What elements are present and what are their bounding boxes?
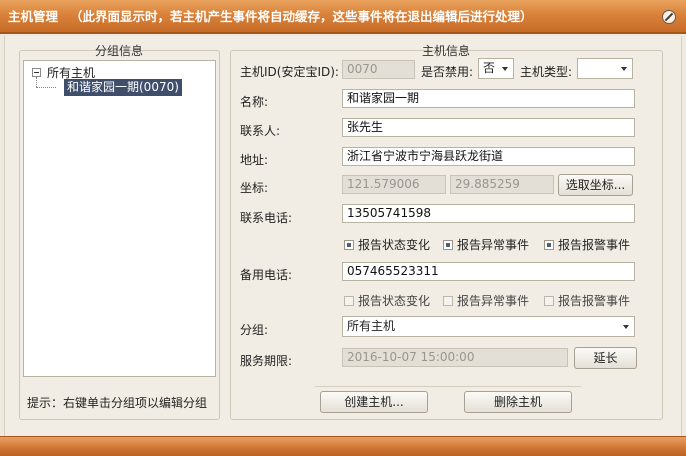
backup-report-alarm-checkbox[interactable]: 报告报警事件 [544,292,630,309]
host-type-label: 主机类型: [520,65,573,79]
disabled-select-value: 否 [483,61,496,75]
coords-label: 坐标: [240,181,269,195]
title-bar: 主机管理 （此界面显示时，若主机产生事件将自动缓存，这些事件将在退出编辑后进行处… [0,0,686,34]
tree-item-host[interactable]: 和谐家园一期(0070) [64,79,182,96]
close-icon[interactable] [662,10,676,24]
checkbox-label: 报告报警事件 [558,238,631,252]
name-input[interactable]: 和谐家园一期 [342,89,635,108]
window-hint: （此界面显示时，若主机产生事件将自动缓存，这些事件将在退出编辑后进行处理） [70,9,533,24]
checkbox-label: 报告状态变化 [358,294,431,308]
extend-button[interactable]: 延长 [574,347,637,369]
longitude-field: 121.579006 [342,175,446,194]
backup-report-abnormal-checkbox[interactable]: 报告异常事件 [443,292,529,309]
group-select[interactable]: 所有主机 [342,316,635,337]
checkbox-unchecked-icon [344,295,354,306]
bottom-bar [0,436,686,456]
disabled-select[interactable]: 否 [478,58,514,79]
tree-connector [36,87,56,88]
contact-input[interactable]: 张先生 [342,118,635,137]
group-label: 分组: [240,323,269,337]
host-info-title: 主机信息 [422,44,471,58]
checkbox-label: 报告异常事件 [457,238,530,252]
group-tree[interactable]: 所有主机 和谐家园一期(0070) [23,60,216,377]
checkbox-label: 报告报警事件 [558,294,631,308]
service-label: 服务期限: [240,354,293,368]
name-label: 名称: [240,95,269,109]
group-panel-title: 分组信息 [95,44,144,58]
backup-report-status-checkbox[interactable]: 报告状态变化 [344,292,430,309]
checkbox-label: 报告状态变化 [358,238,431,252]
checkbox-checked-icon [544,239,554,250]
phone-label: 联系电话: [240,211,293,225]
checkbox-label: 报告异常事件 [457,294,530,308]
phone-report-abnormal-checkbox[interactable]: 报告异常事件 [443,236,529,253]
contact-label: 联系人: [240,124,281,138]
host-id-label: 主机ID(安定宝ID): [240,65,339,79]
address-input[interactable]: 浙江省宁波市宁海县跃龙街道 [342,147,635,166]
pick-coords-button[interactable]: 选取坐标... [558,174,633,196]
phone-report-status-checkbox[interactable]: 报告状态变化 [344,236,430,253]
latitude-field: 29.885259 [450,175,554,194]
host-id-field: 0070 [342,60,415,79]
chevron-down-icon [621,67,627,71]
window-title: 主机管理 [8,9,59,24]
checkbox-unchecked-icon [544,295,554,306]
checkbox-checked-icon [344,239,354,250]
checkbox-checked-icon [443,239,453,250]
service-expiry-field: 2016-10-07 15:00:00 [342,348,568,367]
disabled-label: 是否禁用: [421,65,474,79]
create-host-button[interactable]: 创建主机... [320,391,428,413]
backup-phone-input[interactable]: 057465523311 [342,262,635,281]
chevron-down-icon [623,325,629,329]
address-label: 地址: [240,153,269,167]
collapse-icon[interactable] [32,68,41,77]
delete-host-button[interactable]: 删除主机 [464,391,572,413]
backup-phone-label: 备用电话: [240,268,293,282]
phone-input[interactable]: 13505741598 [342,204,635,223]
host-type-select[interactable] [577,58,633,79]
tree-connector [36,77,37,87]
chevron-down-icon [502,67,508,71]
group-tip: 提示：右键单击分组项以编辑分组 [27,396,208,410]
phone-report-alarm-checkbox[interactable]: 报告报警事件 [544,236,630,253]
group-select-value: 所有主机 [347,319,396,333]
checkbox-unchecked-icon [443,295,453,306]
